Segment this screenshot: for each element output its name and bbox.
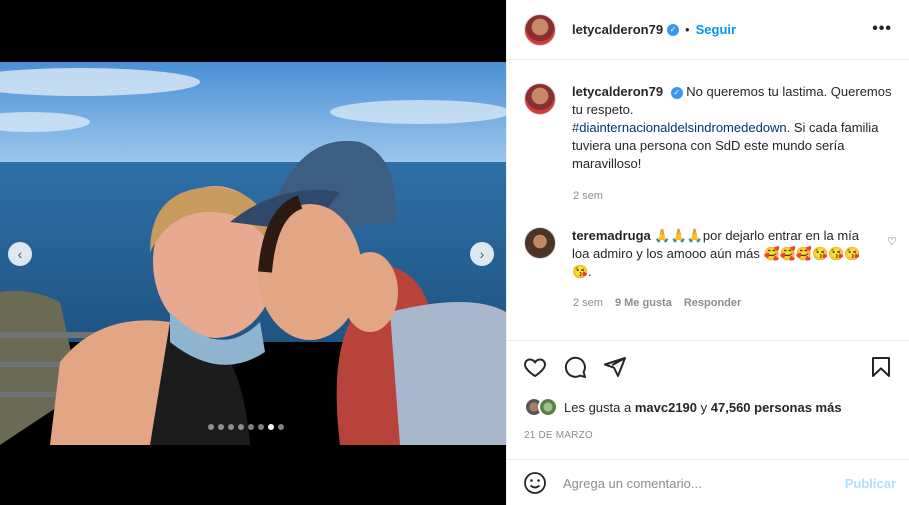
comment-icon[interactable] [563,355,587,379]
caption-avatar[interactable] [524,83,556,115]
carousel-dot [228,424,234,430]
comment-timestamp[interactable]: 2 sem [573,297,603,309]
likes-count[interactable]: 47,560 personas más [711,400,842,415]
liker-username[interactable]: mavc2190 [635,400,697,415]
action-icons [523,355,895,383]
verified-icon: ✓ [667,23,680,36]
post-sidebar: letycalderon79 ✓ • Seguir ••• letycalder… [506,0,909,505]
carousel-indicator [208,424,284,430]
verified-icon: ✓ [670,86,683,99]
likes-connector: y [700,399,708,415]
reply-button[interactable]: Responder [684,297,741,309]
post-modal: ‹ › letycalderon79 ✓ • Seguir ••• letyca… [0,0,909,505]
author-username[interactable]: letycalderon79 [572,22,663,37]
commenter-avatar[interactable] [524,227,556,259]
post-comment-button[interactable]: Publicar [845,476,896,491]
caption-timestamp[interactable]: 2 sem [573,190,603,202]
caption-username[interactable]: letycalderon79 [572,84,663,99]
carousel-dot [218,424,224,430]
post-photo[interactable] [0,62,506,445]
bookmark-icon[interactable] [869,355,893,379]
carousel-next-button[interactable]: › [470,242,494,266]
carousel-dot [278,424,284,430]
caption-text: letycalderon79 ✓ No queremos tu lastima.… [572,83,892,173]
liker-avatar[interactable] [538,397,558,417]
follow-button[interactable]: Seguir [696,22,736,37]
comment-input[interactable] [563,475,833,491]
author-avatar[interactable] [524,13,556,46]
commenter-username[interactable]: teremadruga [572,228,651,243]
more-options-icon[interactable]: ••• [872,20,892,38]
caption: letycalderon79 ✓ No queremos tu lastima.… [524,83,894,173]
chevron-left-icon: ‹ [17,246,23,262]
carousel-dot [258,424,264,430]
post-header: letycalderon79 ✓ • Seguir ••• [507,0,909,60]
caption-hashtag[interactable]: #diainternacionaldelsindromededown [572,120,787,135]
carousel-dot [268,424,274,430]
comment-text: teremadruga 🙏🙏🙏por dejarlo entrar en la … [572,227,872,281]
likes-summary: Les gusta a mavc2190 y 47,560 personas m… [524,397,842,417]
heart-icon[interactable] [523,355,547,379]
actions-section: Les gusta a mavc2190 y 47,560 personas m… [507,340,909,505]
carousel-dot [208,424,214,430]
likes-prefix: Les gusta a [564,399,632,415]
comment-box: Publicar [507,459,909,505]
comment-like-icon[interactable]: ♡ [887,235,897,248]
post-date[interactable]: 21 DE MARZO [524,430,593,441]
comment-likes-count[interactable]: 9 Me gusta [615,297,672,309]
carousel-prev-button[interactable]: ‹ [8,242,32,266]
share-icon[interactable] [603,355,627,379]
emoji-icon[interactable] [523,471,547,495]
comment-item: teremadruga 🙏🙏🙏por dejarlo entrar en la … [524,227,894,281]
comment-meta: 2 sem 9 Me gusta Responder [573,297,741,309]
carousel-dot [248,424,254,430]
header-separator: • [685,22,690,37]
carousel-dot [238,424,244,430]
post-media: ‹ › [0,0,506,505]
likes-text: Les gusta a mavc2190 y 47,560 personas m… [564,400,842,415]
chevron-right-icon: › [479,246,485,262]
